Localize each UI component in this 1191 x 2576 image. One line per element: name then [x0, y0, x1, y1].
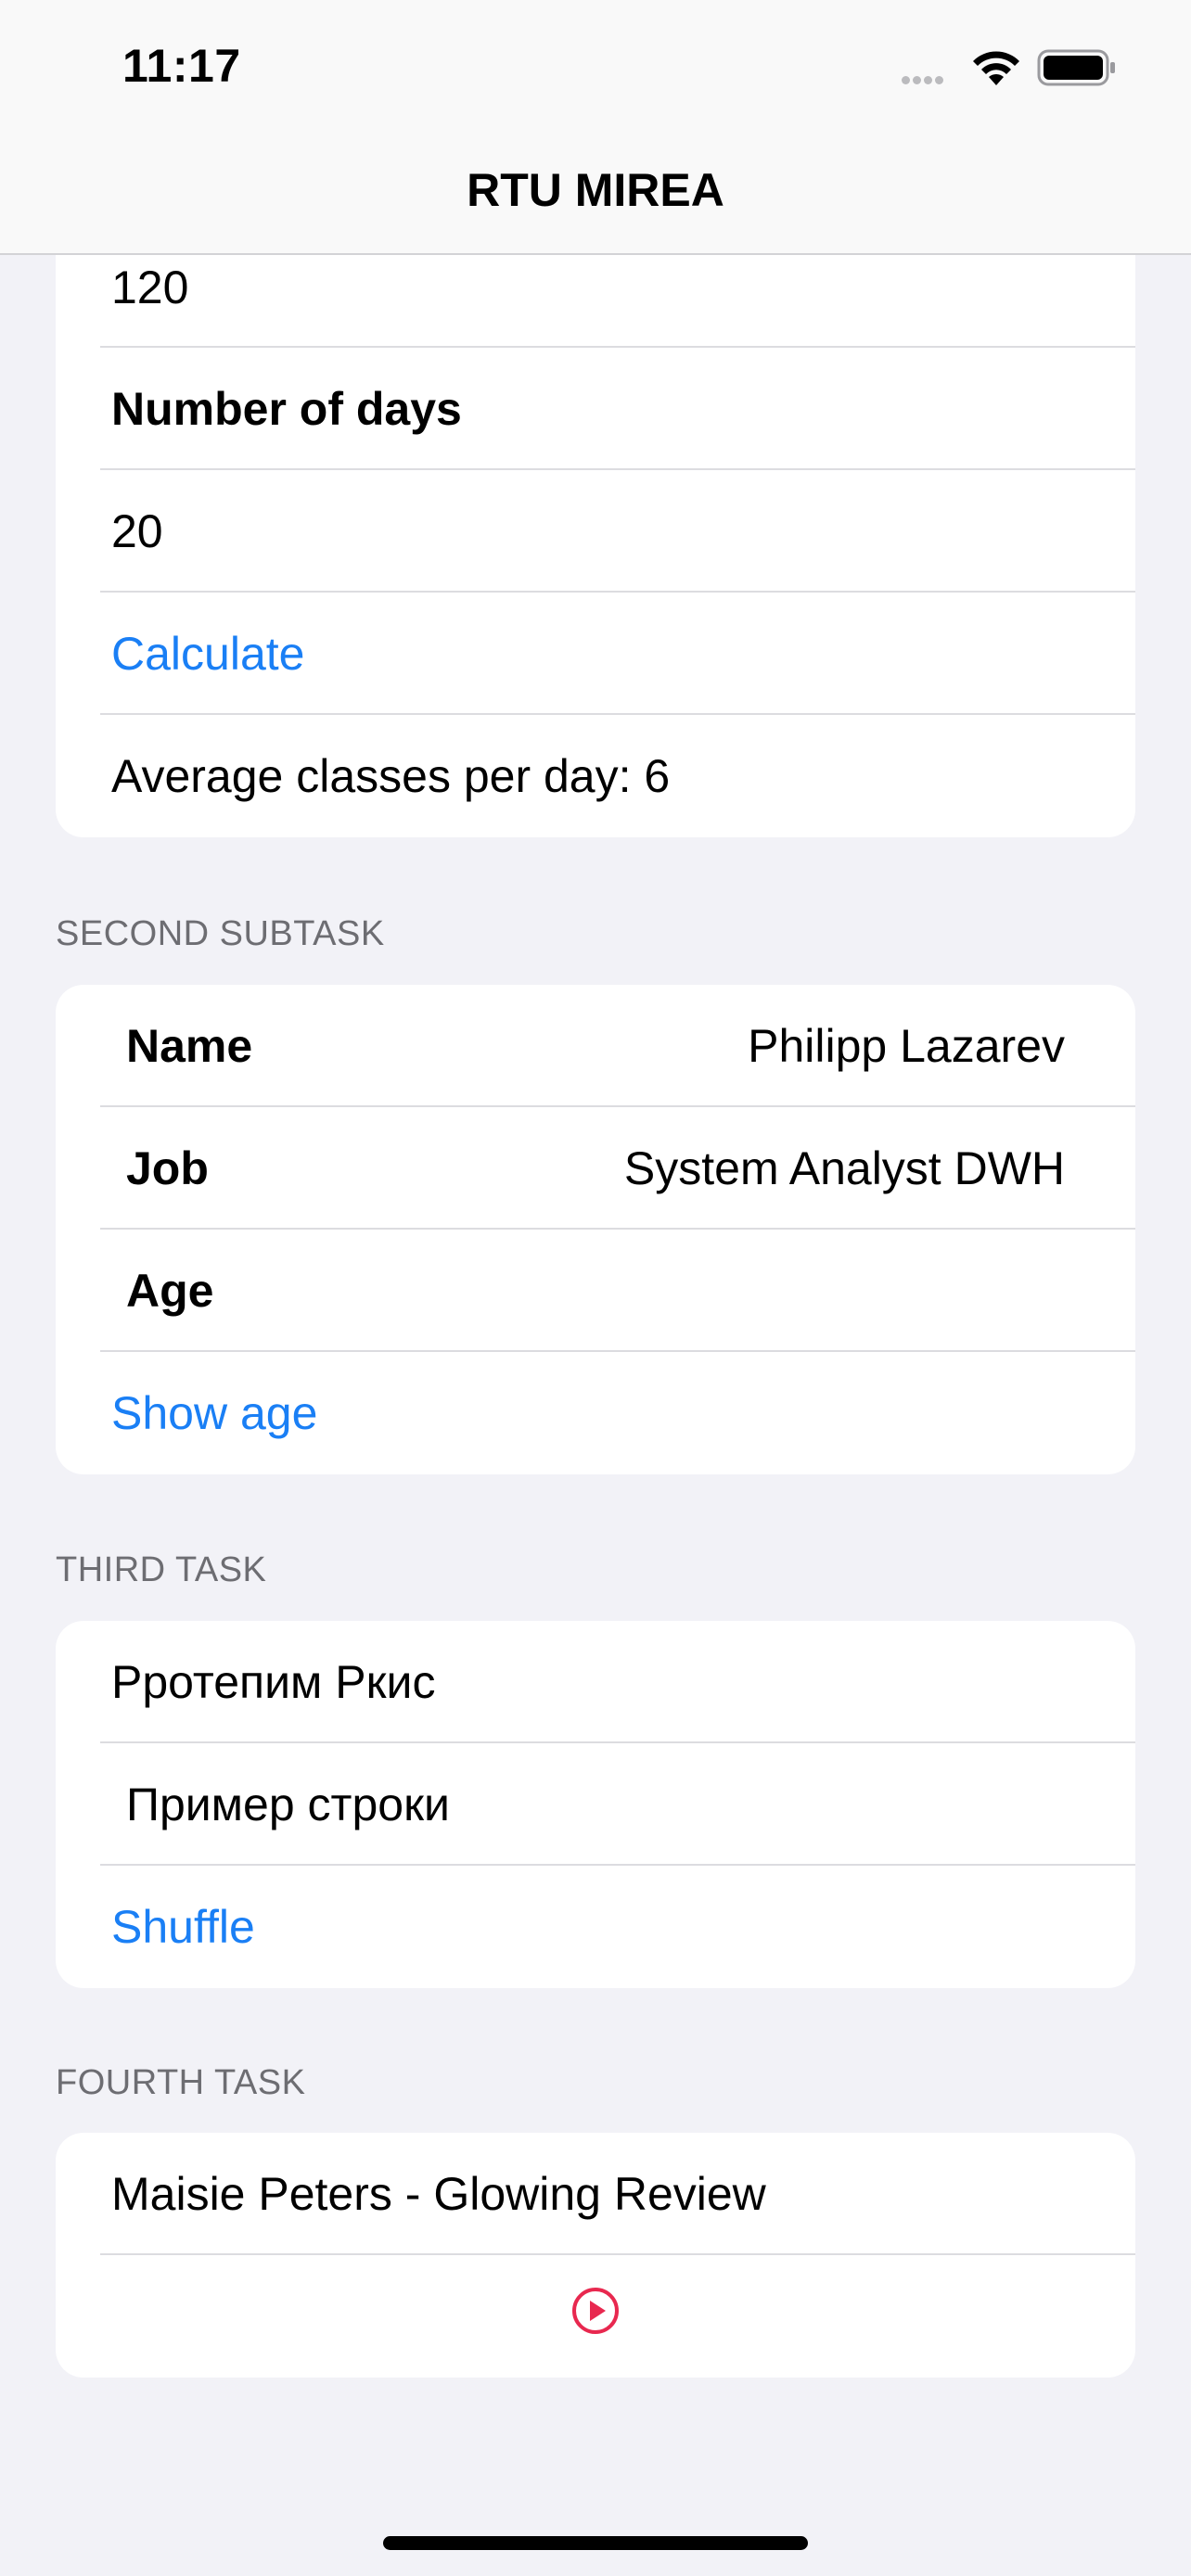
- shuffled-text-row: Рротепим Ркис: [56, 1621, 1135, 1743]
- calculate-button[interactable]: Calculate: [56, 593, 1135, 715]
- third-task-header: THIRD TASK: [56, 1550, 267, 1589]
- calculate-label: Calculate: [111, 628, 305, 680]
- wifi-icon: [970, 48, 1022, 92]
- play-circle-icon[interactable]: [570, 2286, 621, 2347]
- status-time: 11:17: [122, 40, 241, 92]
- home-indicator[interactable]: [383, 2536, 808, 2550]
- days-label-row: Number of days: [56, 348, 1135, 470]
- result-row: Average classes per day: 6: [56, 715, 1135, 837]
- job-row: Job System Analyst DWH: [56, 1107, 1135, 1230]
- age-label: Age: [126, 1265, 214, 1317]
- age-row: Age: [56, 1230, 1135, 1352]
- navigation-bar: RTU MIREA: [0, 139, 1191, 255]
- song-title: Maisie Peters - Glowing Review: [111, 2168, 766, 2220]
- shuffle-button[interactable]: Shuffle: [56, 1866, 1135, 1988]
- song-row: Maisie Peters - Glowing Review: [56, 2133, 1135, 2255]
- sample-string-value: Пример строки: [126, 1779, 450, 1830]
- first-task-card: 120 Number of days 20 Calculate Average …: [56, 227, 1135, 837]
- play-button-row: [56, 2255, 1135, 2378]
- fourth-task-card: Maisie Peters - Glowing Review: [56, 2133, 1135, 2378]
- days-count-field[interactable]: 20: [56, 470, 1135, 593]
- name-row: Name Philipp Lazarev: [56, 985, 1135, 1107]
- classes-count-value: 120: [111, 261, 189, 313]
- nav-title: RTU MIREA: [467, 164, 724, 216]
- result-text: Average classes per day: 6: [111, 750, 671, 802]
- job-value: System Analyst DWH: [623, 1142, 1065, 1194]
- show-age-label: Show age: [111, 1387, 318, 1439]
- fourth-task-header: FOURTH TASK: [56, 2063, 306, 2102]
- battery-icon: [1037, 48, 1117, 92]
- days-count-value: 20: [111, 505, 163, 557]
- third-task-card: Рротепим Ркис Пример строки Shuffle: [56, 1621, 1135, 1988]
- shuffle-label: Shuffle: [111, 1901, 255, 1953]
- name-label: Name: [126, 1020, 253, 1072]
- name-value: Philipp Lazarev: [748, 1020, 1065, 1072]
- second-subtask-header: SECOND SUBTASK: [56, 914, 385, 953]
- days-label: Number of days: [111, 383, 462, 435]
- job-label: Job: [126, 1142, 209, 1194]
- sample-string-field[interactable]: Пример строки: [56, 1743, 1135, 1866]
- status-bar: 11:17: [0, 0, 1191, 139]
- second-subtask-card: Name Philipp Lazarev Job System Analyst …: [56, 985, 1135, 1474]
- show-age-button[interactable]: Show age: [56, 1352, 1135, 1474]
- cellular-signal-icon: [902, 72, 946, 89]
- shuffled-text: Рротепим Ркис: [111, 1656, 436, 1708]
